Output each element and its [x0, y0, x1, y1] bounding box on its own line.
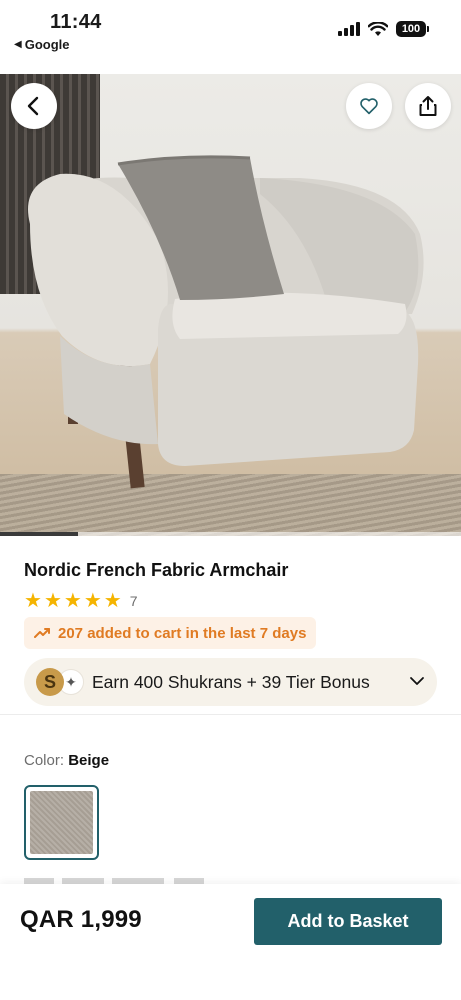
product-title: Nordic French Fabric Armchair	[24, 560, 289, 580]
gallery-progress-fill	[0, 532, 79, 536]
trending-up-icon	[34, 628, 50, 638]
chevron-left-icon	[27, 96, 39, 116]
bottom-purchase-bar: QAR 1,999 Add to Basket	[0, 884, 461, 1000]
heart-icon	[360, 98, 378, 115]
back-app-label: Google	[24, 37, 70, 52]
cellular-signal-icon	[338, 22, 360, 36]
share-button[interactable]	[405, 83, 451, 129]
star-icon: ★	[24, 590, 42, 612]
star-icon: ★	[63, 590, 82, 612]
color-swatch-beige[interactable]	[24, 785, 99, 860]
product-rating[interactable]: ★ ★ ★ ★ ★ 7	[24, 591, 137, 611]
product-image-gallery[interactable]	[0, 74, 461, 536]
star-icon: ★	[103, 590, 122, 612]
wishlist-button[interactable]	[346, 83, 392, 129]
back-to-app-link[interactable]: ◀ Google	[14, 37, 69, 52]
color-label-key: Color:	[24, 752, 65, 769]
rating-count: 7	[129, 593, 138, 609]
cart-activity-badge: 207 added to cart in the last 7 days	[24, 617, 317, 649]
battery-icon: 100	[396, 21, 429, 37]
battery-level: 100	[396, 21, 426, 37]
cart-activity-text: 207 added to cart in the last 7 days	[58, 624, 307, 642]
shukran-coin-icon: S	[36, 668, 64, 696]
star-icon: ★	[43, 590, 62, 612]
star-icon: ★	[83, 590, 102, 612]
shukran-text: Earn 400 Shukrans + 39 Tier Bonus	[92, 671, 370, 692]
status-icons: 100	[338, 21, 429, 37]
share-icon	[419, 96, 437, 116]
color-label: Color: Beige	[24, 752, 109, 769]
shukran-rewards-banner[interactable]: S ✦ Earn 400 Shukrans + 39 Tier Bonus	[24, 658, 437, 706]
back-button[interactable]	[11, 83, 57, 129]
status-time: 11:44	[50, 11, 102, 33]
swatch-fabric-image	[30, 791, 93, 854]
back-triangle-icon: ◀	[14, 39, 22, 50]
rating-stars: ★ ★ ★ ★ ★	[24, 591, 122, 611]
add-to-basket-button[interactable]: Add to Basket	[254, 898, 442, 945]
section-divider	[0, 714, 461, 715]
wifi-icon	[368, 21, 388, 36]
status-bar: 11:44 ◀ Google 100	[0, 0, 461, 74]
color-value: Beige	[68, 752, 110, 769]
chevron-down-icon	[410, 677, 424, 685]
product-price: QAR 1,999	[20, 906, 142, 933]
gallery-progress-track	[0, 532, 461, 536]
armchair-image	[28, 155, 424, 489]
